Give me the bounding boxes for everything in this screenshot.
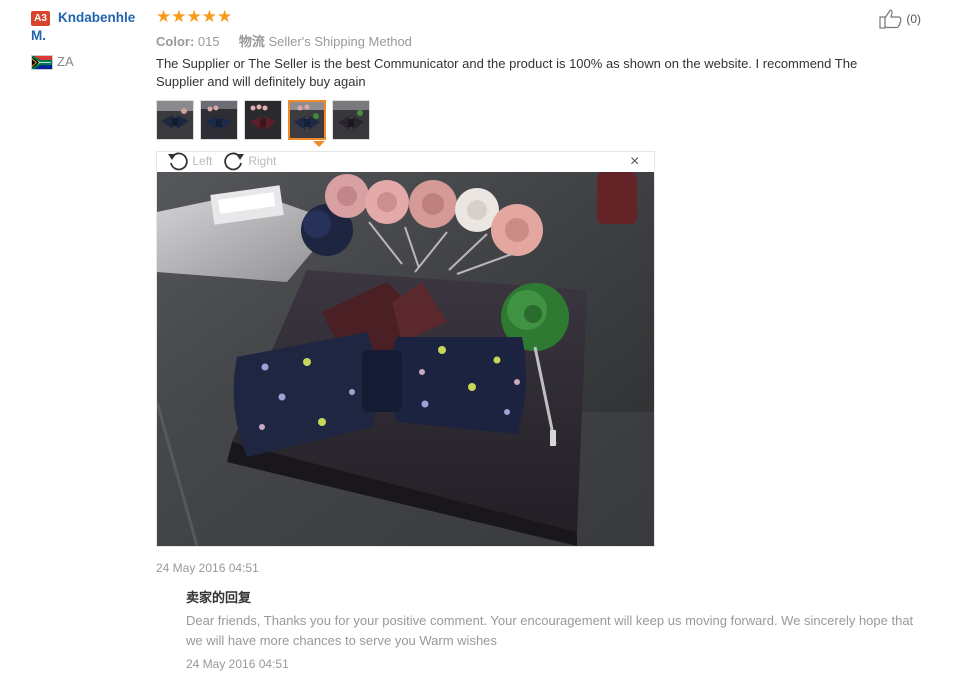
review-photo[interactable] — [157, 172, 654, 546]
color-label: Color: — [156, 34, 195, 49]
star-icon: ★ — [217, 7, 233, 26]
review-text: The Supplier or The Seller is the best C… — [156, 56, 858, 89]
color-value: 015 — [197, 34, 220, 49]
buyer-level-badge: A3 — [31, 11, 50, 26]
rotate-left-button[interactable]: Left — [167, 151, 212, 171]
photo-thumbnail[interactable] — [156, 100, 194, 140]
buyer-name-initial[interactable]: M. — [31, 27, 46, 45]
rotate-right-icon — [224, 152, 244, 171]
photo-thumbnail[interactable] — [332, 100, 370, 140]
rating-stars: ★★★★★ — [156, 8, 232, 26]
star-icon: ★ — [156, 7, 172, 26]
logistics-value: Seller's Shipping Method — [268, 34, 412, 49]
order-info: Color: 015 物流 Seller's Shipping Method — [156, 31, 412, 50]
close-viewer-button[interactable]: × — [630, 154, 639, 170]
rotate-right-label: Right — [248, 154, 277, 168]
active-thumbnail-pointer — [313, 141, 325, 147]
country-code: ZA — [57, 54, 74, 69]
photo-thumbnail-active[interactable] — [288, 100, 326, 140]
photo-thumbnail[interactable] — [244, 100, 282, 140]
reply-date: 24 May 2016 04:51 — [186, 657, 289, 671]
star-icon: ★ — [186, 7, 202, 26]
review-date: 24 May 2016 04:51 — [156, 561, 259, 575]
buyer-name[interactable]: Kndabenhle — [58, 9, 135, 27]
seller-reply-title: 卖家的回复 — [186, 590, 252, 605]
photo-thumbnail[interactable] — [200, 100, 238, 140]
country-flag-icon — [31, 55, 53, 70]
rotate-right-button[interactable]: Right — [223, 151, 276, 171]
helpful-button[interactable]: (0) — [879, 9, 921, 29]
star-icon: ★ — [171, 7, 187, 26]
photo-thumbnails — [156, 100, 376, 140]
helpful-count: (0) — [906, 12, 922, 26]
rotate-left-label: Left — [192, 154, 213, 168]
logistics-label: 物流 — [238, 34, 265, 49]
rotate-left-icon — [168, 152, 188, 171]
star-icon: ★ — [201, 7, 217, 26]
thumbs-up-icon — [879, 9, 902, 29]
seller-reply-text: Dear friends, Thanks you for your positi… — [186, 613, 914, 648]
